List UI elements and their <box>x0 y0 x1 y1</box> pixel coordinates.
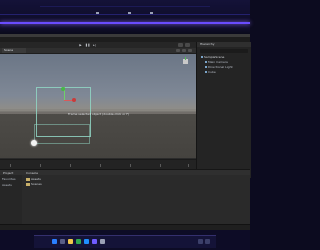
tree-item[interactable]: Favorites <box>2 177 16 181</box>
scene-overlay-text: Frame selected object (double-click or F… <box>68 112 130 116</box>
ruler-tick <box>188 164 189 167</box>
ruler-tick <box>70 164 71 167</box>
layers-button[interactable] <box>178 43 183 47</box>
gameobject-icon <box>205 61 207 63</box>
scene-tools <box>176 49 192 52</box>
gizmos-button[interactable] <box>176 49 180 52</box>
cube-bounds-outline <box>34 124 90 144</box>
folder-icon <box>26 182 30 186</box>
hierarchy-item[interactable]: Cube <box>205 70 216 74</box>
gameobject-icon <box>205 66 207 68</box>
scene-icon <box>201 56 203 58</box>
step-icon[interactable]: ▸| <box>92 43 97 47</box>
tray-icon[interactable] <box>198 239 203 244</box>
hierarchy-item[interactable]: Main Camera <box>205 60 228 64</box>
hierarchy-search-input[interactable] <box>200 49 248 53</box>
hierarchy-panel: Hierarchy SampleScene Main Camera Direct… <box>196 42 251 178</box>
unity-editor-window: ▶ ❚❚ ▸| Scene Frame selected object (dou… <box>0 34 251 231</box>
ruler-tick <box>130 164 131 167</box>
unity-icon[interactable] <box>100 239 105 244</box>
orientation-gizmo[interactable] <box>182 57 190 67</box>
orientation-axis <box>185 57 186 60</box>
pause-icon[interactable]: ❚❚ <box>85 43 90 47</box>
app-icon[interactable] <box>92 239 97 244</box>
app-icon[interactable] <box>76 239 81 244</box>
ruler-tick <box>10 164 11 167</box>
folder-item[interactable]: Assets <box>26 177 41 181</box>
layout-button[interactable] <box>185 43 190 47</box>
ruler-tick <box>160 164 161 167</box>
folder-item[interactable]: Scenes <box>26 182 42 186</box>
ruler-tick <box>40 164 41 167</box>
folder-icon <box>26 177 30 181</box>
gizmo-x-handle[interactable] <box>72 98 76 102</box>
project-browser: Assets Scenes <box>22 175 250 224</box>
search-button[interactable] <box>188 49 192 52</box>
hierarchy-item[interactable]: Directional Light <box>205 65 233 69</box>
tab-scene[interactable]: Scene <box>2 48 26 53</box>
gizmo-y-handle[interactable] <box>61 87 65 91</box>
taskbar <box>0 230 250 250</box>
start-icon[interactable] <box>52 239 57 244</box>
play-controls: ▶ ❚❚ ▸| <box>78 43 102 47</box>
browser-icon[interactable] <box>84 239 89 244</box>
tray-icon[interactable] <box>205 239 210 244</box>
toolbar-right-group <box>160 43 190 47</box>
taskbar-icons <box>52 239 105 244</box>
window-control-icon[interactable] <box>96 12 99 14</box>
project-tree: Favorites Assets <box>0 175 23 224</box>
tree-item[interactable]: Assets <box>2 183 12 187</box>
search-icon[interactable] <box>60 239 65 244</box>
scene-view[interactable]: Frame selected object (double-click or F… <box>0 54 196 158</box>
hierarchy-tab-bar: Hierarchy <box>197 42 251 47</box>
play-icon[interactable]: ▶ <box>78 43 83 47</box>
camera-button[interactable] <box>182 49 186 52</box>
window-control-icon[interactable] <box>150 12 153 14</box>
file-explorer-icon[interactable] <box>68 239 73 244</box>
ruler-tick <box>100 164 101 167</box>
directional-light-icon[interactable] <box>31 140 37 146</box>
scene-footer-ruler <box>0 159 196 169</box>
hierarchy-item-scene[interactable]: SampleScene <box>201 55 224 59</box>
top-window-bar <box>0 0 250 32</box>
tab-hierarchy[interactable]: Hierarchy <box>200 42 215 47</box>
gameobject-icon <box>205 71 207 73</box>
window-control-icon[interactable] <box>128 12 131 14</box>
